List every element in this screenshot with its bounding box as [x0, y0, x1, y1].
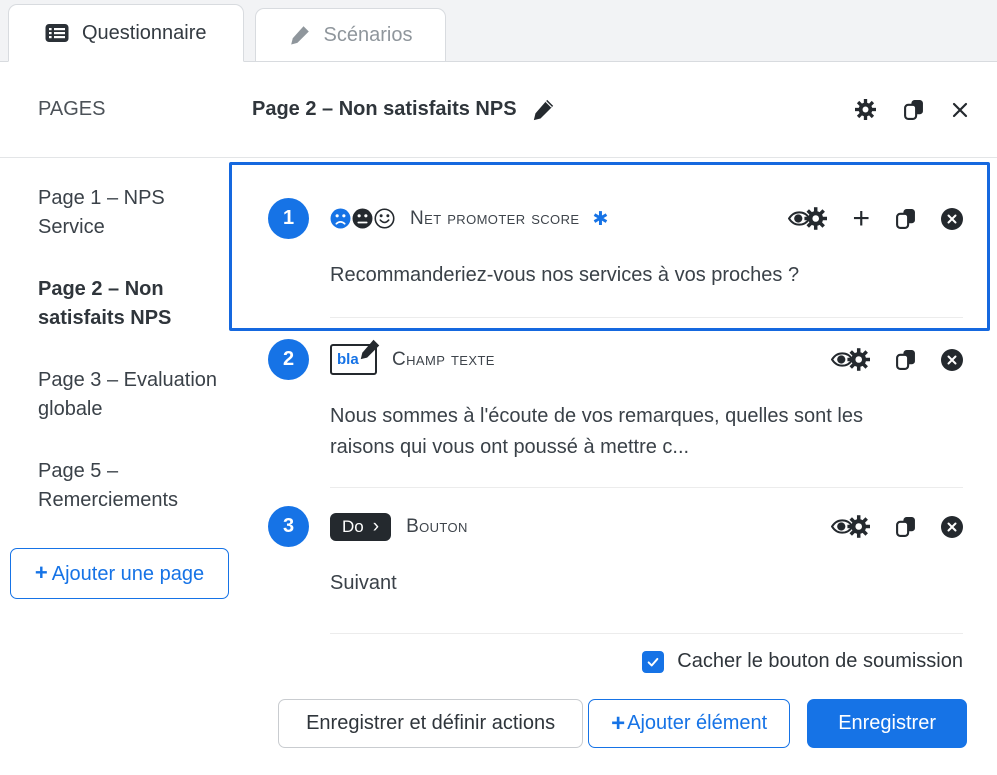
- element-row-text-field[interactable]: 2 bla Champ texte: [233, 339, 963, 488]
- element-row-button[interactable]: 3 Do › Bouton: [233, 506, 963, 634]
- element-type-label: Champ texte: [392, 349, 495, 371]
- add-element-button[interactable]: +Ajouter élément: [588, 699, 790, 748]
- element-question-text: Recommanderiez-vous nos services à vos p…: [330, 260, 900, 291]
- element-number-badge: 2: [268, 339, 309, 380]
- page-settings-gear-icon[interactable]: [855, 99, 876, 120]
- remove-element-icon[interactable]: [941, 516, 963, 538]
- element-question-text: Suivant: [330, 568, 900, 599]
- tab-questionnaire[interactable]: Questionnaire: [8, 4, 244, 62]
- pages-section-title: PAGES: [38, 98, 252, 121]
- sidebar-item-page-3[interactable]: Page 3 – Evaluation globale: [38, 366, 220, 424]
- tab-bar: Questionnaire Scénarios: [0, 0, 997, 62]
- page-elements-list: 1 Net promoter score ✱ +: [233, 158, 997, 673]
- page-header-actions: [855, 99, 969, 120]
- sidebar-item-page-1[interactable]: Page 1 – NPS Service: [38, 184, 220, 242]
- chevron-right-icon: ›: [373, 517, 379, 536]
- save-button[interactable]: Enregistrer: [807, 699, 967, 748]
- edit-page-title-icon[interactable]: [532, 98, 555, 121]
- questionnaire-list-icon: [45, 23, 69, 43]
- nps-faces-icon: [330, 208, 395, 229]
- tab-questionnaire-label: Questionnaire: [82, 22, 207, 45]
- required-asterisk-icon: ✱: [592, 208, 608, 230]
- close-icon[interactable]: [951, 101, 969, 119]
- element-row-nps[interactable]: 1 Net promoter score ✱ +: [229, 162, 990, 331]
- add-page-label: Ajouter une page: [52, 563, 204, 585]
- element-type-label: Bouton: [406, 516, 468, 538]
- button-element-icon: Do ›: [330, 513, 391, 541]
- visibility-settings-icon[interactable]: [831, 513, 870, 540]
- element-question-text: Nous sommes à l'écoute de vos remarques,…: [330, 401, 900, 463]
- plus-icon: +: [611, 710, 625, 738]
- hide-submit-row: Cacher le bouton de soumission: [233, 650, 963, 673]
- duplicate-element-icon[interactable]: [895, 516, 916, 537]
- text-field-icon: bla: [330, 344, 377, 375]
- remove-element-icon[interactable]: [941, 208, 963, 230]
- sidebar-item-page-2[interactable]: Page 2 – Non satisfaits NPS: [38, 275, 220, 333]
- add-inline-element-icon[interactable]: +: [852, 204, 870, 234]
- page-title: Page 2 – Non satisfaits NPS: [252, 98, 517, 121]
- visibility-settings-icon[interactable]: [788, 205, 827, 232]
- save-and-define-actions-button[interactable]: Enregistrer et définir actions: [278, 699, 583, 748]
- sidebar-item-page-5[interactable]: Page 5 – Remerciements: [38, 457, 220, 515]
- page-header: PAGES Page 2 – Non satisfaits NPS: [0, 62, 997, 158]
- tab-scenarios[interactable]: Scénarios: [255, 8, 447, 61]
- tab-scenarios-label: Scénarios: [324, 24, 413, 47]
- footer-actions: Enregistrer et définir actions +Ajouter …: [0, 673, 997, 748]
- element-number-badge: 3: [268, 506, 309, 547]
- add-page-button[interactable]: +Ajouter une page: [10, 548, 229, 599]
- visibility-settings-icon[interactable]: [831, 346, 870, 373]
- pencil-icon: [289, 24, 311, 46]
- plus-icon: +: [35, 560, 48, 585]
- add-element-label: Ajouter élément: [627, 712, 767, 735]
- duplicate-element-icon[interactable]: [895, 208, 916, 229]
- element-number-badge: 1: [268, 198, 309, 239]
- remove-element-icon[interactable]: [941, 349, 963, 371]
- element-type-label: Net promoter score: [410, 208, 579, 230]
- hide-submit-label: Cacher le bouton de soumission: [677, 650, 963, 673]
- duplicate-element-icon[interactable]: [895, 349, 916, 370]
- pages-sidebar: Page 1 – NPS Service Page 2 – Non satisf…: [0, 158, 233, 673]
- duplicate-page-icon[interactable]: [903, 99, 924, 120]
- hide-submit-checkbox[interactable]: [642, 651, 664, 673]
